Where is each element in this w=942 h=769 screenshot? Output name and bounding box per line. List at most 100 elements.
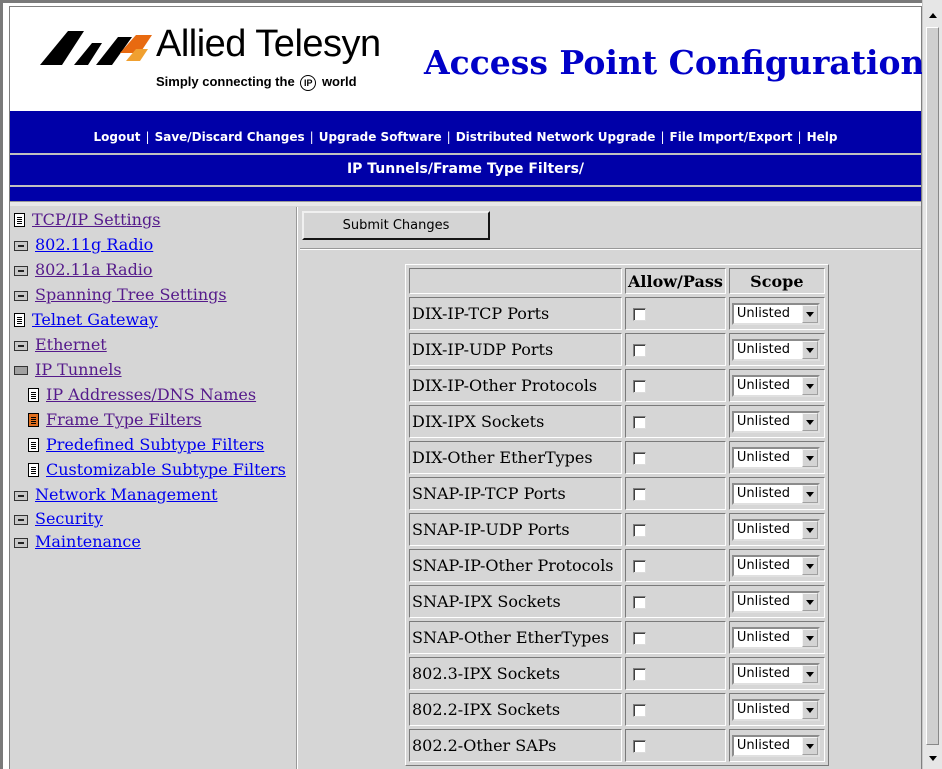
folder-closed-icon[interactable]: [14, 240, 28, 251]
scope-cell: Unlisted: [728, 297, 825, 330]
scope-select[interactable]: Unlisted: [731, 482, 820, 505]
dropdown-arrow-icon[interactable]: [801, 376, 818, 395]
sidebar-item-label[interactable]: IP Addresses/DNS Names: [46, 385, 256, 404]
dropdown-arrow-icon[interactable]: [801, 628, 818, 647]
folder-closed-icon[interactable]: [14, 340, 28, 351]
sidebar-item-label[interactable]: Ethernet: [35, 335, 107, 354]
allow-pass-checkbox[interactable]: [633, 524, 646, 537]
dropdown-arrow-icon[interactable]: [801, 520, 818, 539]
scope-select[interactable]: Unlisted: [731, 590, 820, 613]
sidebar-item-network-management[interactable]: Network Management: [14, 482, 296, 507]
scope-select[interactable]: Unlisted: [731, 734, 820, 757]
scope-cell: Unlisted: [728, 657, 825, 690]
sidebar-item-tcpip-settings[interactable]: TCP/IP Settings: [14, 207, 296, 232]
scope-select[interactable]: Unlisted: [731, 446, 820, 469]
allow-pass-checkbox[interactable]: [633, 344, 646, 357]
nav-upgrade-software-link[interactable]: Upgrade Software: [319, 130, 442, 144]
dropdown-arrow-icon[interactable]: [801, 412, 818, 431]
dropdown-arrow-icon[interactable]: [801, 592, 818, 611]
scope-select[interactable]: Unlisted: [731, 698, 820, 721]
folder-closed-icon[interactable]: [14, 490, 28, 501]
allow-pass-checkbox[interactable]: [633, 632, 646, 645]
dropdown-arrow-icon[interactable]: [801, 484, 818, 503]
scope-select-value: Unlisted: [736, 378, 790, 393]
browser-viewport: Allied Telesyn Simply connecting the IP …: [0, 0, 922, 769]
sidebar-item-ip-tunnels[interactable]: IP Tunnels: [14, 357, 296, 382]
nav-distributed-upgrade-link[interactable]: Distributed Network Upgrade: [456, 130, 656, 144]
scope-cell: Unlisted: [728, 513, 825, 546]
allow-pass-checkbox[interactable]: [633, 740, 646, 753]
dropdown-arrow-icon[interactable]: [801, 340, 818, 359]
filter-name-cell: SNAP-IP-Other Protocols: [409, 549, 622, 582]
folder-closed-icon[interactable]: [14, 514, 28, 525]
scope-select[interactable]: Unlisted: [731, 338, 820, 361]
sidebar-item-80211g-radio[interactable]: 802.11g Radio: [14, 232, 296, 257]
scope-select[interactable]: Unlisted: [731, 518, 820, 541]
allow-pass-checkbox[interactable]: [633, 416, 646, 429]
dropdown-arrow-icon[interactable]: [801, 700, 818, 719]
dropdown-arrow-icon[interactable]: [801, 304, 818, 323]
folder-closed-icon[interactable]: [14, 265, 28, 276]
scope-select[interactable]: Unlisted: [731, 374, 820, 397]
scope-select[interactable]: Unlisted: [731, 554, 820, 577]
sidebar-item-label[interactable]: Customizable Subtype Filters: [46, 460, 286, 479]
sidebar-item-80211a-radio[interactable]: 802.11a Radio: [14, 257, 296, 282]
nav-logout-link[interactable]: Logout: [94, 130, 141, 144]
dropdown-arrow-icon[interactable]: [801, 736, 818, 755]
vertical-scrollbar[interactable]: [922, 0, 942, 769]
allow-pass-checkbox[interactable]: [633, 596, 646, 609]
sidebar-item-frame-type-filters[interactable]: Frame Type Filters: [28, 407, 296, 432]
sidebar-item-label[interactable]: Maintenance: [35, 532, 141, 551]
allow-pass-checkbox[interactable]: [633, 452, 646, 465]
sidebar-item-label[interactable]: Telnet Gateway: [32, 310, 158, 329]
nav-file-import-export-link[interactable]: File Import/Export: [670, 130, 793, 144]
sidebar-item-security[interactable]: Security: [14, 507, 296, 530]
scope-cell: Unlisted: [728, 369, 825, 402]
table-row: DIX-IPX Sockets Unlisted: [409, 405, 825, 438]
sidebar-item-label[interactable]: Security: [35, 509, 103, 528]
nav-help-link[interactable]: Help: [807, 130, 838, 144]
dropdown-arrow-icon[interactable]: [801, 556, 818, 575]
sidebar-item-ip-addresses[interactable]: IP Addresses/DNS Names: [28, 382, 296, 407]
allow-pass-checkbox[interactable]: [633, 308, 646, 321]
sidebar-item-label[interactable]: Predefined Subtype Filters: [46, 435, 264, 454]
nav-bar: Logout | Save/Discard Changes | Upgrade Soft…: [10, 111, 921, 201]
sidebar-item-label[interactable]: Network Management: [35, 485, 218, 504]
scroll-up-arrow-icon[interactable]: [925, 8, 941, 24]
document-icon: [28, 437, 39, 452]
sidebar-item-label[interactable]: 802.11g Radio: [35, 235, 153, 254]
sidebar-item-spanning-tree[interactable]: Spanning Tree Settings: [14, 282, 296, 307]
page-frame: Allied Telesyn Simply connecting the IP …: [9, 6, 922, 769]
sidebar-item-label[interactable]: 802.11a Radio: [35, 260, 153, 279]
sidebar-item-predefined-subtype[interactable]: Predefined Subtype Filters: [28, 432, 296, 457]
scope-cell: Unlisted: [728, 405, 825, 438]
scroll-down-arrow-icon[interactable]: [925, 750, 941, 766]
tagline-prefix: Simply connecting the: [156, 74, 295, 89]
sidebar-item-telnet-gateway[interactable]: Telnet Gateway: [14, 307, 296, 332]
allow-pass-checkbox[interactable]: [633, 668, 646, 681]
submit-changes-button[interactable]: Submit Changes: [302, 211, 490, 240]
sidebar-item-label[interactable]: IP Tunnels: [35, 360, 122, 379]
dropdown-arrow-icon[interactable]: [801, 664, 818, 683]
folder-closed-icon[interactable]: [14, 290, 28, 301]
scope-select[interactable]: Unlisted: [731, 662, 820, 685]
allow-pass-checkbox[interactable]: [633, 560, 646, 573]
scope-select[interactable]: Unlisted: [731, 626, 820, 649]
sidebar-item-ethernet[interactable]: Ethernet: [14, 332, 296, 357]
allow-pass-checkbox[interactable]: [633, 488, 646, 501]
sidebar-item-label[interactable]: Spanning Tree Settings: [35, 285, 227, 304]
nav-save-discard-link[interactable]: Save/Discard Changes: [155, 130, 305, 144]
scope-select[interactable]: Unlisted: [731, 410, 820, 433]
sidebar-item-label[interactable]: TCP/IP Settings: [32, 210, 160, 229]
allow-pass-checkbox[interactable]: [633, 380, 646, 393]
sidebar-item-label[interactable]: Frame Type Filters: [46, 410, 202, 429]
folder-closed-icon[interactable]: [14, 537, 28, 548]
sidebar-item-maintenance[interactable]: Maintenance: [14, 530, 296, 553]
allow-pass-checkbox[interactable]: [633, 704, 646, 717]
folder-open-icon[interactable]: [14, 366, 28, 375]
document-icon: [28, 387, 39, 402]
scope-select[interactable]: Unlisted: [731, 302, 820, 325]
scrollbar-thumb[interactable]: [926, 27, 939, 745]
dropdown-arrow-icon[interactable]: [801, 448, 818, 467]
sidebar-item-customizable-subtype[interactable]: Customizable Subtype Filters: [28, 457, 296, 482]
